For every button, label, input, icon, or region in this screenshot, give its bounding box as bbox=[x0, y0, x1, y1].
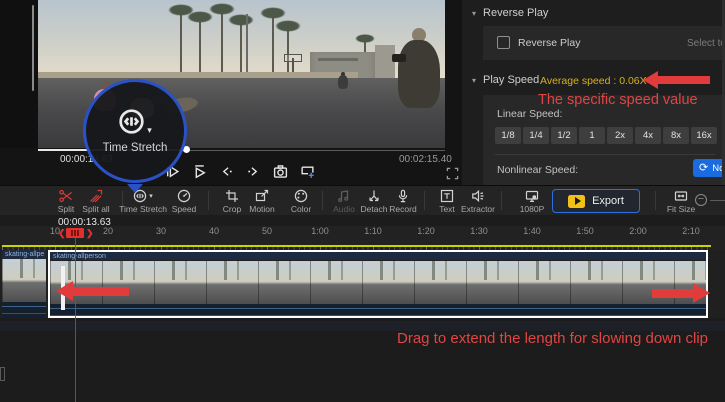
speed-button-2x[interactable]: 2x bbox=[607, 127, 633, 144]
ruler-label: 1:30 bbox=[464, 226, 494, 236]
timeline-panel: 00:00:13.63 10 20 30 40 50 1:00 1:10 1:2… bbox=[0, 215, 725, 402]
playhead-right-chevron-icon[interactable]: ❯ bbox=[86, 228, 94, 238]
clip-audio-strip bbox=[2, 302, 46, 318]
annotation-arrow-left-icon bbox=[643, 71, 711, 89]
track-edge-marker bbox=[0, 367, 5, 381]
reverse-play-subpanel: Reverse Play Select to re bbox=[483, 26, 725, 60]
refresh-icon: ⟳ bbox=[699, 163, 708, 174]
linear-speed-label: Linear Speed: bbox=[497, 108, 562, 120]
linear-speed-buttons: 1/8 1/4 1/2 1 2x 4x 8x 16x bbox=[495, 127, 717, 144]
callout-tail bbox=[127, 184, 143, 193]
playhead-line[interactable] bbox=[75, 232, 77, 402]
speed-button-1-4[interactable]: 1/4 bbox=[523, 127, 549, 144]
ruler-label: 30 bbox=[146, 226, 176, 236]
speed-button-16x[interactable]: 16x bbox=[691, 127, 717, 144]
snapshot-button[interactable] bbox=[271, 162, 289, 180]
annotation-speed-note: The specific speed value bbox=[538, 92, 698, 108]
reverse-play-section-header[interactable]: ▾ Reverse Play bbox=[472, 7, 548, 19]
palm-tree bbox=[230, 14, 252, 76]
export-play-icon bbox=[568, 195, 585, 208]
lamp-pole bbox=[246, 14, 248, 78]
speed-button-4x[interactable]: 4x bbox=[635, 127, 661, 144]
clip-audio-strip bbox=[50, 304, 706, 318]
speed-button-1[interactable]: 1 bbox=[579, 127, 605, 144]
reverse-play-checkbox-label: Reverse Play bbox=[518, 37, 580, 49]
palm-tree bbox=[278, 20, 298, 76]
timeline-ruler[interactable]: 10 20 30 40 50 1:00 1:10 1:20 1:30 1:40 … bbox=[0, 226, 725, 250]
nonlinear-speed-label: Nonlinear Speed: bbox=[497, 164, 578, 176]
annotation-arrow-right-icon bbox=[652, 283, 710, 304]
wall-graffiti bbox=[318, 58, 358, 61]
toolbar-divider bbox=[501, 191, 502, 210]
fullscreen-button[interactable] bbox=[446, 167, 460, 181]
extractor-label: Extractor bbox=[450, 204, 506, 214]
video-editor-app: 00:00:13.63 00:02:15.40 ▾ Time Stretch ▾… bbox=[0, 0, 725, 402]
ruler-label: 20 bbox=[93, 226, 123, 236]
transport-controls bbox=[163, 160, 316, 182]
panel-scrollbar[interactable] bbox=[32, 5, 34, 91]
annotation-arrow-left-icon bbox=[56, 281, 129, 302]
timeline-clip-left[interactable]: skating-allpe bbox=[2, 250, 46, 318]
add-to-track-button[interactable] bbox=[298, 162, 316, 180]
play-button[interactable] bbox=[190, 162, 208, 180]
playhead-grip[interactable] bbox=[66, 228, 84, 238]
next-frame-button[interactable] bbox=[244, 162, 262, 180]
chevron-down-icon: ▾ bbox=[149, 192, 153, 200]
ruler-label: 40 bbox=[199, 226, 229, 236]
reverse-play-checkbox[interactable] bbox=[497, 36, 510, 49]
ruler-label: 1:10 bbox=[358, 226, 388, 236]
preview-panel: 00:00:13.63 00:02:15.40 bbox=[0, 0, 462, 185]
ruler-label: 1:20 bbox=[411, 226, 441, 236]
clip-name: skating-allpe bbox=[2, 250, 46, 259]
speed-button-8x[interactable]: 8x bbox=[663, 127, 689, 144]
reverse-play-header-label: Reverse Play bbox=[483, 7, 548, 19]
extractor-icon bbox=[450, 188, 506, 203]
seekbar-remaining[interactable] bbox=[187, 150, 445, 151]
chevron-down-icon: ▾ bbox=[147, 126, 152, 135]
clip-thumbnails bbox=[2, 259, 46, 302]
preview-letterbox bbox=[0, 0, 38, 148]
ruler-label: 1:40 bbox=[517, 226, 547, 236]
playhead-left-chevron-icon[interactable]: ❮ bbox=[58, 228, 66, 238]
previous-frame-button[interactable] bbox=[217, 162, 235, 180]
export-label: Export bbox=[592, 195, 624, 207]
collapse-triangle-icon: ▾ bbox=[472, 9, 476, 18]
preview-total-time: 00:02:15.40 bbox=[399, 154, 452, 165]
ruler-label: 50 bbox=[252, 226, 282, 236]
timeline-clip-selected[interactable]: skating-allperson bbox=[48, 250, 708, 318]
export-button[interactable]: Export bbox=[552, 189, 640, 213]
ruler-label: 1:50 bbox=[570, 226, 600, 236]
clip-name: skating-allperson bbox=[50, 252, 706, 260]
average-speed-value: Average speed : 0.06X bbox=[540, 75, 647, 87]
ruler-label: 2:00 bbox=[623, 226, 653, 236]
reverse-play-hint: Select to re bbox=[687, 38, 725, 49]
time-stretch-callout[interactable]: ▾ Time Stretch bbox=[83, 79, 187, 183]
timeline-zoom-slider[interactable] bbox=[710, 200, 725, 201]
time-stretch-gauge-icon bbox=[118, 108, 145, 135]
ruler-label: 2:10 bbox=[676, 226, 706, 236]
collapse-triangle-icon: ▾ bbox=[472, 76, 476, 85]
play-speed-section-header[interactable]: ▾ Play Speed bbox=[472, 74, 539, 86]
nonlinear-speed-button[interactable]: ⟳ Nonlinear bbox=[693, 159, 725, 177]
editing-toolbar: Split Split all ▾ Time Stretch Speed Cro… bbox=[0, 185, 725, 215]
time-stretch-callout-label: Time Stretch bbox=[103, 142, 168, 154]
clip-thumbnails bbox=[50, 261, 706, 304]
timeline-zoom-out-button[interactable]: − bbox=[695, 194, 707, 206]
divider bbox=[495, 154, 715, 155]
ruler-label: 1:00 bbox=[305, 226, 335, 236]
annotation-drag-note: Drag to extend the length for slowing do… bbox=[397, 330, 708, 347]
speed-button-1-8[interactable]: 1/8 bbox=[495, 127, 521, 144]
speed-button-1-2[interactable]: 1/2 bbox=[551, 127, 577, 144]
play-speed-subpanel: Linear Speed: 1/8 1/4 1/2 1 2x 4x 8x 16x… bbox=[483, 95, 725, 185]
play-speed-header-label: Play Speed bbox=[483, 74, 539, 86]
extractor-button[interactable]: Extractor bbox=[450, 188, 506, 214]
